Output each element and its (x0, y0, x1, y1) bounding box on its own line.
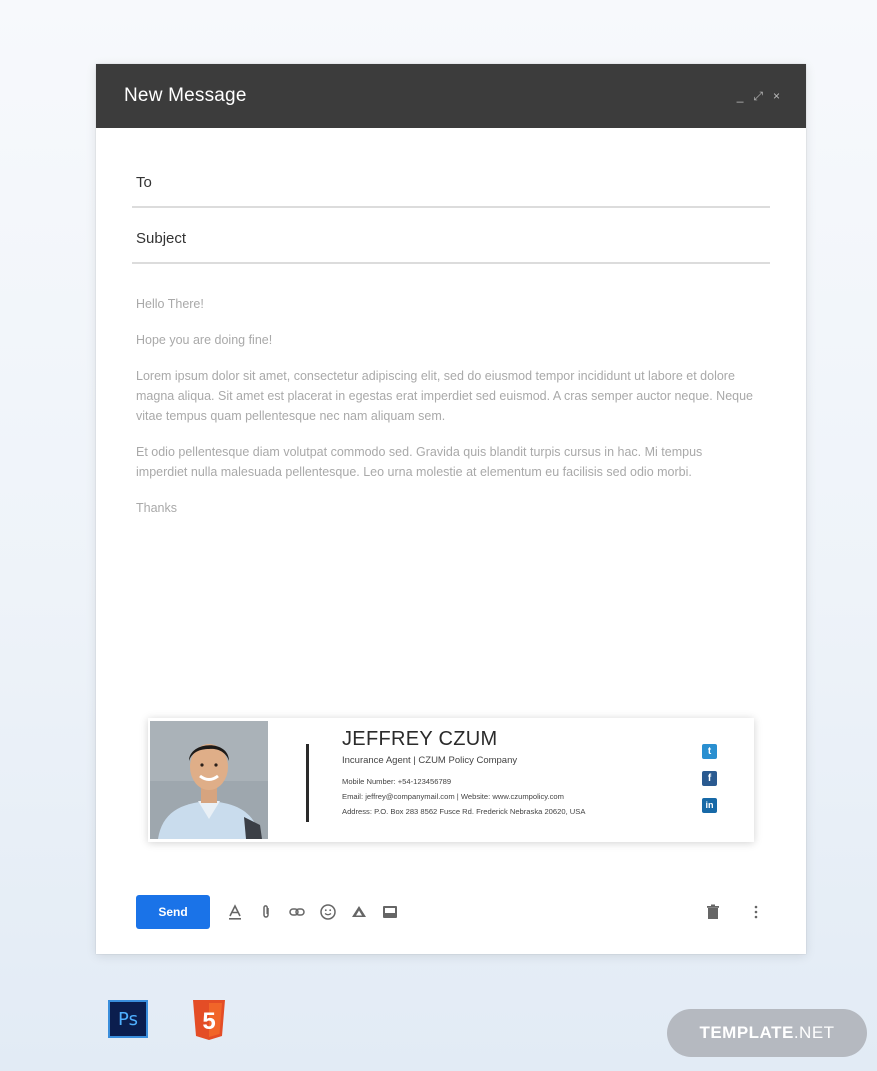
close-icon[interactable]: × (773, 90, 780, 102)
brand-suffix: .NET (793, 1023, 835, 1042)
signature-address: Address: P.O. Box 283 8562 Fusce Rd. Fre… (342, 807, 586, 816)
compose-window: New Message _ ⤢ × To Subject Hello There… (96, 64, 806, 954)
toolbar-right-actions (702, 901, 776, 923)
attach-icon[interactable] (255, 901, 277, 923)
signature-social-links: t f in (702, 744, 717, 813)
signature-role: Incurance Agent | CZUM Policy Company (342, 755, 518, 766)
brand-name: TEMPLATE (699, 1023, 794, 1042)
photoshop-icon: Ps (108, 1000, 148, 1038)
subject-label: Subject (136, 229, 187, 247)
to-input[interactable] (161, 174, 770, 190)
signature-mobile: Mobile Number: +54-123456789 (342, 777, 452, 786)
format-text-icon[interactable] (224, 901, 246, 923)
body-paragraph: Et odio pellentesque diam volutpat commo… (136, 445, 703, 479)
signature-email-website: Email: jeffrey@companymail.com | Website… (342, 792, 564, 801)
compose-titlebar: New Message _ ⤢ × (96, 64, 806, 128)
link-icon[interactable] (286, 901, 308, 923)
compose-toolbar: Send (136, 894, 776, 930)
photo-icon[interactable] (379, 901, 401, 923)
body-greeting: Hello There! (136, 297, 204, 311)
html5-label: 5 (202, 1008, 215, 1035)
to-label: To (136, 173, 152, 191)
signature-info: JEFFREY CZUM Incurance Agent | CZUM Poli… (342, 728, 692, 819)
window-controls: _ ⤢ × (737, 90, 780, 102)
body-paragraph: Lorem ipsum dolor sit amet, consectetur … (136, 369, 754, 423)
subject-input[interactable] (196, 230, 770, 246)
html5-icon: 5 (190, 998, 228, 1042)
to-field[interactable]: To (132, 158, 770, 208)
linkedin-icon[interactable]: in (702, 798, 717, 813)
emoji-icon[interactable] (317, 901, 339, 923)
send-button[interactable]: Send (136, 895, 210, 929)
expand-icon[interactable]: ⤢ (753, 90, 763, 102)
email-signature: JEFFREY CZUM Incurance Agent | CZUM Poli… (148, 718, 754, 842)
body-line: Hope you are doing fine! (136, 333, 273, 347)
brand-watermark: TEMPLATE .NET (667, 1009, 867, 1057)
trash-icon[interactable] (702, 901, 724, 923)
message-body[interactable]: Hello There! Hope you are doing fine! Lo… (136, 294, 756, 534)
twitter-icon[interactable]: t (702, 744, 717, 759)
facebook-icon[interactable]: f (702, 771, 717, 786)
signature-name: JEFFREY CZUM (342, 728, 498, 750)
body-signoff: Thanks (136, 501, 177, 515)
subject-field[interactable]: Subject (132, 214, 770, 264)
more-options-icon[interactable] (745, 901, 767, 923)
window-title: New Message (124, 85, 247, 106)
person-photo-icon (150, 721, 268, 839)
signature-divider (306, 744, 309, 822)
minimize-icon[interactable]: _ (737, 90, 744, 102)
signature-photo (150, 721, 268, 839)
drive-icon[interactable] (348, 901, 370, 923)
